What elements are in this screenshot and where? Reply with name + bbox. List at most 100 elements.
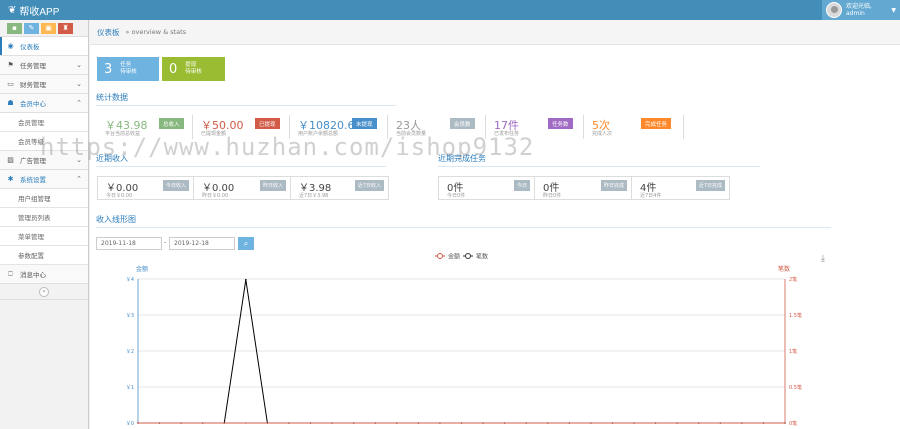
tasks-desc: 近7日4件: [640, 193, 662, 199]
sidebar-item-label: 消息中心: [20, 271, 46, 279]
legend-label: 笔数: [476, 253, 488, 261]
data-point: [201, 422, 204, 424]
income-desc: 今日￥0.00: [106, 193, 133, 199]
double-left-icon: «: [39, 286, 49, 297]
chevron-down-icon: ⌄: [76, 156, 82, 164]
pencil-icon[interactable]: ✎: [24, 23, 39, 34]
user-menu[interactable]: 欢迎光临, admin ▼: [822, 0, 900, 20]
y-left-tick-label: ￥3: [126, 313, 134, 319]
income-yesterday: ￥0.00 昨日￥0.00 昨日收入: [194, 176, 291, 200]
stat-desc: 平台当前总收益: [105, 131, 141, 137]
stat-desc: 用户账户余额总额: [298, 131, 339, 137]
tile-label: 提现: [185, 62, 197, 68]
stat-tasks: 17件 已发布任务 任务数: [486, 115, 584, 139]
money-icon: ▭: [7, 80, 14, 88]
data-point: [546, 422, 549, 424]
sidebar-item-messages[interactable]: ⎕ 消息中心: [0, 265, 88, 284]
y-right-tick-label: 2笔: [789, 276, 797, 283]
data-point: [309, 422, 312, 424]
sidebar-collapse-toggle[interactable]: «: [0, 284, 88, 300]
stat-desc: 已提现金额: [201, 131, 227, 137]
income-7days: ￥3.98 近7日￥3.98 近7日收入: [291, 176, 389, 200]
income-desc: 近7日￥3.98: [299, 193, 329, 199]
stat-desc: 已发布任务: [494, 131, 520, 137]
date-separator: -: [164, 239, 167, 246]
tile-label: 任务: [120, 62, 132, 68]
page-title[interactable]: 仪表板: [97, 27, 120, 38]
sidebar: ▪ ✎ ▣ ♜ ◉ 仪表板 ⚑ 任务管理 ⌄ ▭ 财务管理 ⌄ ☗ 会员中心 ⌃ 会员管理 会…: [0, 20, 89, 429]
sidebar-item-members[interactable]: ☗ 会员中心 ⌃: [0, 94, 88, 113]
income-badge: 今日收入: [162, 180, 189, 191]
data-point: [676, 422, 678, 424]
sidebar-item-dashboard[interactable]: ◉ 仪表板: [0, 37, 88, 56]
sidebar-item-label: 仪表板: [20, 43, 40, 51]
sidebar-item-label: 广告管理: [20, 157, 46, 165]
tasks-badge: 近7日完成: [695, 180, 725, 191]
stat-badge: 任务数: [548, 118, 573, 129]
data-point: [482, 422, 484, 424]
flag-icon: ⚑: [7, 61, 14, 69]
tile-number: 3: [104, 61, 113, 77]
y-right-tick-label: 1.5笔: [789, 312, 802, 319]
income-badge: 昨日收入: [259, 180, 286, 191]
data-point: [245, 422, 247, 424]
stat-badge: 总收入: [159, 118, 184, 129]
sidebar-subitem-menu-manage[interactable]: 菜单管理: [0, 227, 88, 246]
sidebar-item-system[interactable]: ✱ 系统设置 ⌃: [0, 170, 88, 189]
sidebar-subitem-user-groups[interactable]: 用户组管理: [0, 189, 88, 208]
user-greeting: 欢迎光临,: [846, 3, 872, 10]
data-point: [223, 422, 226, 424]
data-point: [439, 422, 441, 424]
chevron-down-icon: ⌄: [76, 61, 82, 69]
download-icon: ⤓: [821, 254, 825, 264]
data-point: [525, 422, 527, 424]
stat-completed: 5次 完成人次 完成任务: [584, 115, 684, 139]
sidebar-subitem-member-manage[interactable]: 会员管理: [0, 113, 88, 132]
income-today: ￥0.00 今日￥0.00 今日收入: [97, 176, 194, 200]
chevron-up-icon: ⌃: [76, 99, 82, 107]
sidebar-item-tasks[interactable]: ⚑ 任务管理 ⌄: [0, 56, 88, 75]
sidebar-subitem-member-level[interactable]: 会员等级: [0, 132, 88, 151]
y-left-tick-label: ￥4: [126, 277, 134, 283]
data-point: [374, 422, 377, 424]
tile-number: 0: [169, 61, 178, 77]
income-section-title: 近期收入: [96, 153, 386, 167]
picture-icon: ▨: [7, 156, 14, 164]
data-point: [633, 422, 635, 424]
y-right-axis-title: 笔数: [778, 265, 790, 273]
tile-sublabel: 待审核: [185, 69, 202, 75]
signal-icon[interactable]: ▪: [7, 23, 22, 34]
pending-tasks-tile[interactable]: 3 任务 待审核: [97, 57, 159, 81]
legend-marker: [437, 253, 443, 259]
y-left-tick-label: ￥0: [126, 421, 134, 427]
tile-sublabel: 待审核: [120, 69, 137, 75]
app-logo[interactable]: ❦ 帮收APP: [8, 3, 59, 18]
dashboard-icon: ◉: [7, 42, 14, 50]
sidebar-subitem-admin-list[interactable]: 管理员列表: [0, 208, 88, 227]
tasks-yesterday: 0件 昨日0件 昨日完成: [535, 176, 632, 200]
tasks-badge: 昨日完成: [600, 180, 627, 191]
sidebar-subitem-params[interactable]: 参数配置: [0, 246, 88, 265]
sidebar-item-ads[interactable]: ▨ 广告管理 ⌄: [0, 151, 88, 170]
bookmark-icon: ⎕: [8, 269, 13, 278]
data-point: [784, 422, 786, 424]
app-title: 帮收APP: [19, 7, 60, 18]
stat-badge: 已提现: [255, 118, 280, 129]
stat-desc: 完成人次: [592, 131, 613, 137]
user-name: admin: [846, 10, 865, 17]
gear-icon: ✱: [7, 175, 14, 183]
y-right-tick-label: 0.5笔: [789, 384, 802, 391]
data-point: [762, 422, 765, 424]
breadcrumb: 仪表板 » overview & stats: [90, 20, 900, 45]
users-icon: ☗: [7, 99, 14, 107]
cogs-icon[interactable]: ♜: [58, 23, 73, 34]
data-point: [137, 422, 139, 424]
sidebar-item-finance[interactable]: ▭ 财务管理 ⌄: [0, 75, 88, 94]
group-icon[interactable]: ▣: [41, 23, 56, 34]
pending-withdraw-tile[interactable]: 0 提现 待审核: [162, 57, 225, 81]
data-point: [697, 422, 700, 424]
stat-badge: 会员数: [450, 118, 475, 129]
data-point: [352, 422, 355, 424]
data-point: [331, 422, 333, 424]
data-point: [654, 422, 657, 424]
